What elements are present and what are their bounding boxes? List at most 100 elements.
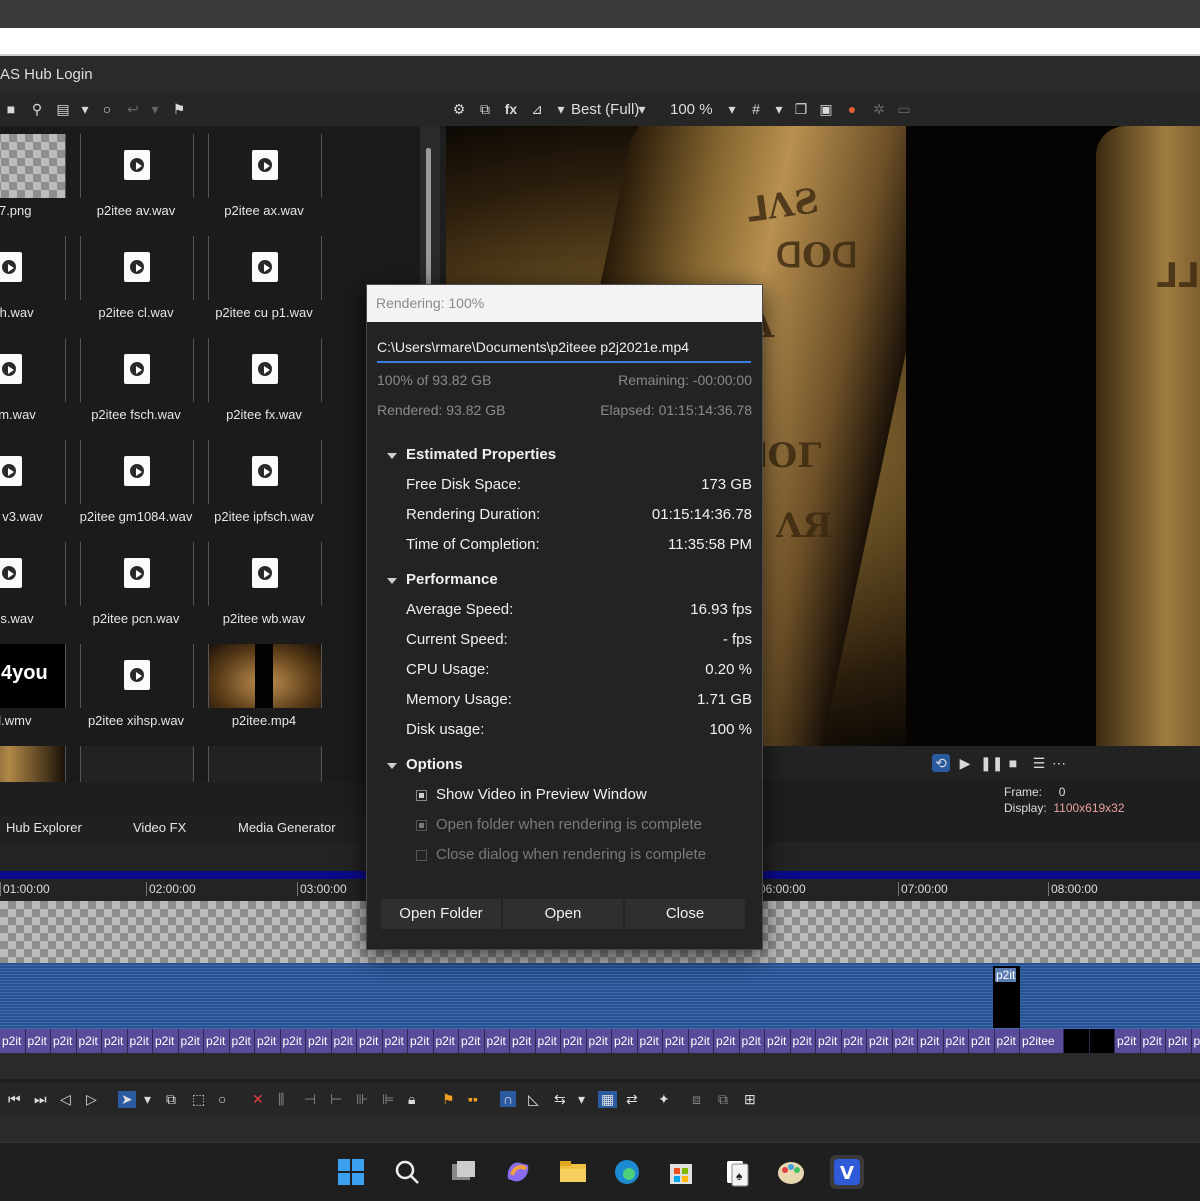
media-tile[interactable] [208, 542, 322, 606]
media-tile[interactable]: 4you [0, 644, 66, 708]
timeline-clip[interactable]: p2it [918, 1029, 944, 1053]
timeline-clip[interactable]: p2it [1141, 1029, 1167, 1053]
media-tile[interactable] [80, 338, 194, 402]
timeline-clip[interactable]: p2it [561, 1029, 587, 1053]
timeline-clip[interactable]: p2it [1115, 1029, 1141, 1053]
section-options[interactable]: Options [406, 756, 463, 773]
timeline-clip[interactable]: p2it [0, 1029, 26, 1053]
timeline-clip[interactable]: p2it [459, 1029, 485, 1053]
media-tile[interactable] [80, 746, 194, 782]
edit-tool-icon[interactable]: ➤ [118, 1091, 136, 1108]
section-estimated-properties[interactable]: Estimated Properties [406, 446, 556, 463]
timeline-clip[interactable]: p2it [281, 1029, 307, 1053]
search-icon[interactable] [390, 1155, 424, 1189]
vegas-pro-icon[interactable]: V [830, 1155, 864, 1189]
media-tile[interactable] [0, 440, 66, 504]
timeline-clip[interactable]: p2it [230, 1029, 256, 1053]
region-icon[interactable]: ▪▪ [468, 1091, 478, 1107]
timeline-clip[interactable]: p2itee [1020, 1029, 1064, 1053]
edge-icon[interactable] [610, 1155, 644, 1189]
timeline-clip[interactable]: p2it [740, 1029, 766, 1053]
chevron-down-icon[interactable]: ▾ [770, 100, 788, 118]
timeline-clip[interactable]: p2it [536, 1029, 562, 1053]
media-tile[interactable] [208, 236, 322, 300]
timeline-clip[interactable] [1090, 1029, 1116, 1053]
timeline-clip[interactable]: p2it [663, 1029, 689, 1053]
task-view-icon[interactable] [446, 1155, 480, 1189]
timeline-clip[interactable]: p2it [893, 1029, 919, 1053]
lock-icon[interactable]: 🔒︎ [408, 1091, 415, 1108]
timeline-clip[interactable]: p2it [434, 1029, 460, 1053]
solitaire-icon[interactable]: ♠ [720, 1155, 754, 1189]
open-folder-button[interactable]: Open Folder [381, 899, 501, 929]
view-icon[interactable]: ▤ [54, 100, 72, 118]
prev-frame-icon[interactable]: ◁ [60, 1091, 71, 1108]
chevron-down-icon[interactable]: ▾ [552, 100, 570, 118]
color-grading-icon[interactable]: ✦ [658, 1091, 670, 1108]
timeline-clip[interactable]: p2it [842, 1029, 868, 1053]
timeline-clip[interactable]: p2it [944, 1029, 970, 1053]
media-tile[interactable] [80, 542, 194, 606]
timeline-clip[interactable]: p2it [993, 966, 1020, 1028]
option-label[interactable]: Open folder when rendering is complete [436, 816, 702, 833]
vegas-icon[interactable]: ● [843, 100, 861, 118]
marker-icon[interactable]: ⚑ [442, 1091, 455, 1108]
timeline-clip[interactable]: p2it [995, 1029, 1021, 1053]
close-button[interactable]: Close [625, 899, 745, 929]
timeline-clip[interactable]: p2it [383, 1029, 409, 1053]
split-screen-icon[interactable]: ⊿ [528, 100, 546, 118]
audio-track[interactable] [0, 963, 1200, 1029]
grid-icon[interactable]: # [747, 100, 765, 118]
timeline-clip[interactable]: p2it [510, 1029, 536, 1053]
go-to-start-icon[interactable]: ⏮ [8, 1091, 21, 1108]
ripple-icon[interactable]: ⇆ [554, 1091, 566, 1108]
copilot-icon[interactable] [500, 1155, 534, 1189]
media-tile[interactable] [0, 134, 66, 198]
ignore-grouping-icon[interactable]: ⇄ [626, 1091, 638, 1108]
stop-icon[interactable]: ■ [1004, 754, 1022, 772]
timeline-clip[interactable]: p2it [638, 1029, 664, 1053]
open-button[interactable]: Open [503, 899, 623, 929]
play-icon[interactable]: ▶ [956, 754, 974, 772]
media-tile[interactable] [80, 236, 194, 300]
save-snapshot-icon[interactable]: ▣ [817, 100, 835, 118]
chevron-down-icon[interactable]: ▾ [144, 1091, 151, 1108]
timeline-clip[interactable]: p2it [867, 1029, 893, 1053]
timeline-clip[interactable]: p2it [26, 1029, 52, 1053]
auto-crossfade-icon[interactable]: ◺ [528, 1091, 539, 1108]
snapping-icon[interactable]: ∩ [500, 1091, 516, 1107]
store-icon[interactable] [664, 1155, 698, 1189]
timeline-clip[interactable]: p2it [714, 1029, 740, 1053]
timeline-clip[interactable]: p2it [153, 1029, 179, 1053]
add-track-icon[interactable]: ⊞ [744, 1091, 756, 1108]
option-label[interactable]: Close dialog when rendering is complete [436, 846, 706, 863]
timeline-clip[interactable]: p2it [306, 1029, 332, 1053]
tab-hub-explorer[interactable]: Hub Explorer [6, 820, 82, 835]
delete-icon[interactable]: ✕ [252, 1091, 264, 1108]
timeline-clip[interactable]: p2it [612, 1029, 638, 1053]
fx-icon[interactable]: fx [502, 100, 520, 118]
chevron-down-icon[interactable]: ▾ [76, 100, 94, 118]
tab-media-generator[interactable]: Media Generator [238, 820, 336, 835]
timeline-clip[interactable]: p2it [485, 1029, 511, 1053]
timeline-clip[interactable]: p2it [791, 1029, 817, 1053]
filter-icon[interactable]: ⚑ [170, 100, 188, 118]
timeline-clip[interactable]: p2it [204, 1029, 230, 1053]
loop-icon[interactable]: ⟲ [932, 754, 950, 772]
search-icon[interactable]: ○ [98, 100, 116, 118]
chevron-down-icon[interactable]: ▾ [723, 100, 741, 118]
properties-icon[interactable]: ⚲ [28, 100, 46, 118]
media-tile[interactable] [0, 542, 66, 606]
next-frame-icon[interactable]: ▷ [86, 1091, 97, 1108]
timeline-clip[interactable]: p2it [1166, 1029, 1192, 1053]
timeline-clip[interactable]: p2it [255, 1029, 281, 1053]
pause-icon[interactable]: ❚❚ [980, 754, 998, 772]
media-tile[interactable] [208, 338, 322, 402]
preview-zoom-select[interactable]: 100 % [670, 101, 713, 118]
timeline-clip[interactable]: p2it [969, 1029, 995, 1053]
media-tile[interactable] [208, 440, 322, 504]
mixer-icon[interactable]: ☰ [1030, 754, 1048, 772]
timeline-clip[interactable]: p2it [179, 1029, 205, 1053]
chevron-down-icon[interactable]: ▾ [578, 1091, 585, 1108]
external-monitor-icon[interactable]: ⧉ [476, 100, 494, 118]
